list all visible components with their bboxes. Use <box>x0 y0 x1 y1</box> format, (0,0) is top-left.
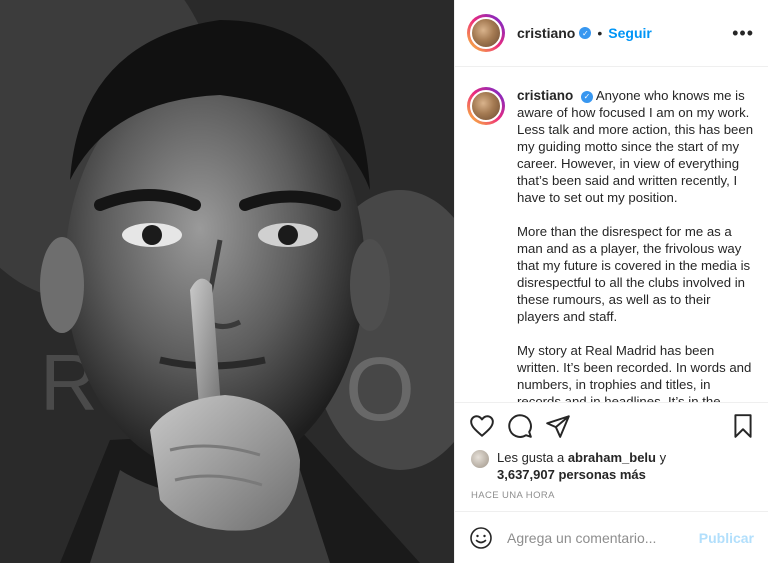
post-photo[interactable]: O R <box>0 0 454 563</box>
more-options-icon[interactable]: ••• <box>732 24 754 42</box>
caption-text: cristiano ✓ Anyone who knows me is aware… <box>517 87 754 402</box>
likes-count[interactable]: 3,637,907 personas más <box>497 467 646 482</box>
post-timestamp[interactable]: HACE UNA HORA <box>455 483 768 511</box>
caption-paragraph: cristiano ✓ Anyone who knows me is aware… <box>517 87 754 206</box>
emoji-icon[interactable] <box>469 526 493 550</box>
caption-scroll-area[interactable]: cristiano ✓ Anyone who knows me is aware… <box>455 67 768 403</box>
avatar-image <box>470 17 502 49</box>
svg-text:O: O <box>345 340 415 440</box>
instagram-post: O R cristiano ✓ • Seguir ••• cristiano ✓… <box>0 0 768 563</box>
likes-prefix: Les gusta a <box>497 450 568 465</box>
player-photo-illustration: O R <box>0 0 454 563</box>
comment-box: Publicar <box>455 511 768 563</box>
avatar-image <box>470 90 502 122</box>
heart-icon[interactable] <box>469 413 495 439</box>
author-username[interactable]: cristiano <box>517 25 575 41</box>
caption-avatar[interactable] <box>467 87 505 125</box>
likes-summary: Les gusta a abraham_belu y 3,637,907 per… <box>455 449 768 483</box>
verified-badge-icon: ✓ <box>579 27 592 39</box>
likes-conjunction: y <box>655 450 667 465</box>
comment-icon[interactable] <box>507 413 533 439</box>
caption-paragraph: My story at Real Madrid has been written… <box>517 343 752 403</box>
caption-username[interactable]: cristiano <box>517 88 573 103</box>
comment-input[interactable] <box>505 528 699 547</box>
likes-text: Les gusta a abraham_belu y 3,637,907 per… <box>497 449 666 483</box>
post-header: cristiano ✓ • Seguir ••• <box>455 0 768 67</box>
post-side-panel: cristiano ✓ • Seguir ••• cristiano ✓ Any… <box>454 0 768 563</box>
liker-username[interactable]: abraham_belu <box>568 450 656 465</box>
header-separator: • <box>597 25 603 41</box>
action-bar <box>455 403 768 449</box>
liker-avatar[interactable] <box>471 450 489 468</box>
caption-paragraph: More than the disrespect for me as a man… <box>517 224 751 324</box>
publish-button[interactable]: Publicar <box>699 530 754 546</box>
follow-button[interactable]: Seguir <box>608 25 652 41</box>
author-avatar[interactable] <box>467 14 505 52</box>
paper-plane-icon[interactable] <box>545 413 571 439</box>
caption-text-1: Anyone who knows me is aware of how focu… <box>517 88 754 205</box>
verified-badge-icon: ✓ <box>580 90 593 103</box>
bookmark-icon[interactable] <box>730 413 756 439</box>
